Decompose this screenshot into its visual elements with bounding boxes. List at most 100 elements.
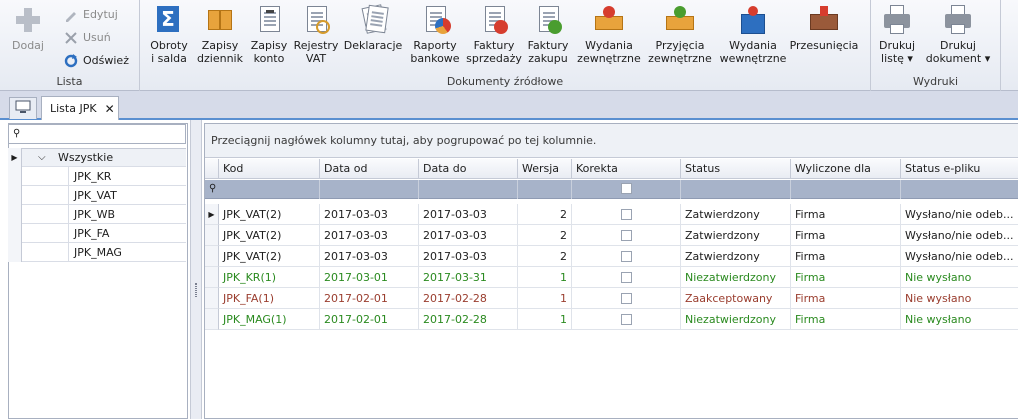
table-cell[interactable]: Firma [791,288,901,309]
przesuniecia-button[interactable]: Przesunięcia [790,4,858,72]
grid-filter-row[interactable]: ⚲ [205,180,1018,199]
table-cell[interactable]: Zatwierdzony [681,204,791,225]
korekta-checkbox[interactable] [620,208,632,220]
column-header[interactable]: Data od [320,159,419,179]
table-cell[interactable]: JPK_FA(1) [219,288,320,309]
wydania-wewnetrzne-button[interactable]: Wydania wewnętrzne [720,4,786,72]
tree-root-row[interactable]: ▶ ⌵ Wszystkie [8,148,186,167]
column-header[interactable]: Status e-pliku [901,159,1018,179]
table-cell[interactable]: Zatwierdzony [681,225,791,246]
table-cell[interactable]: Firma [791,204,901,225]
table-cell[interactable]: Niezatwierdzony [681,267,791,288]
filter-cell[interactable] [791,180,901,199]
print-list-button[interactable]: Drukuj listę ▾ [875,4,919,72]
table-cell[interactable]: Nie wysłano [901,288,1018,309]
table-cell[interactable]: 2 [518,225,572,246]
row-indicator[interactable] [205,288,219,309]
edit-button[interactable]: Edytuj [63,5,118,24]
table-cell[interactable]: 1 [518,288,572,309]
row-indicator[interactable] [205,225,219,246]
table-cell[interactable]: Nie wysłano [901,309,1018,330]
table-cell[interactable]: Zatwierdzony [681,246,791,267]
wydania-zewnetrzne-button[interactable]: Wydania zewnętrzne [577,4,641,72]
tree-item[interactable]: JPK_WB [8,204,186,224]
rejestry-vat-button[interactable]: Rejestry VAT [294,4,338,72]
table-cell[interactable]: 1 [518,267,572,288]
table-cell[interactable]: JPK_KR(1) [219,267,320,288]
table-cell[interactable]: Nie wysłano [901,267,1018,288]
tab-lista-jpk[interactable]: Lista JPK ✕ [41,96,119,120]
column-header[interactable]: Status [681,159,791,179]
table-cell[interactable]: 1 [518,309,572,330]
table-cell[interactable]: 2017-03-03 [419,204,518,225]
column-header[interactable]: Korekta [572,159,681,179]
przyjecia-zewnetrzne-button[interactable]: Przyjęcia zewnętrzne [647,4,713,72]
table-cell[interactable]: Firma [791,309,901,330]
column-header[interactable]: Data do [419,159,518,179]
table-cell[interactable]: Niezatwierdzony [681,309,791,330]
faktury-sprzedazy-button[interactable]: Faktury sprzedaży [466,4,522,72]
table-cell[interactable]: JPK_VAT(2) [219,225,320,246]
korekta-checkbox[interactable] [620,271,632,283]
table-cell[interactable]: 2 [518,246,572,267]
korekta-cell[interactable] [572,204,681,225]
chevron-down-icon[interactable]: ⌵ [38,152,46,163]
raporty-bankowe-button[interactable]: Raporty bankowe [410,4,460,72]
refresh-button[interactable]: Odśwież [63,51,129,70]
table-cell[interactable]: Wysłano/nie odeb... [901,246,1018,267]
table-cell[interactable]: Firma [791,225,901,246]
filter-cell[interactable] [681,180,791,199]
table-cell[interactable]: Firma [791,267,901,288]
korekta-cell[interactable] [572,225,681,246]
filter-cell[interactable] [320,180,419,199]
korekta-cell[interactable] [572,267,681,288]
table-cell[interactable]: JPK_VAT(2) [219,246,320,267]
table-cell[interactable]: JPK_VAT(2) [219,204,320,225]
table-cell[interactable]: Zaakceptowany [681,288,791,309]
tree-filter-input[interactable]: ⚲ [8,124,186,144]
tree-item[interactable]: JPK_VAT [8,185,186,205]
table-cell[interactable]: 2017-03-31 [419,267,518,288]
korekta-cell[interactable] [572,246,681,267]
filter-cell[interactable] [219,180,320,199]
table-cell[interactable]: 2017-03-03 [419,246,518,267]
column-header[interactable]: Kod [219,159,320,179]
table-cell[interactable]: Firma [791,246,901,267]
tree-item[interactable]: JPK_KR [8,166,186,186]
korekta-checkbox[interactable] [620,250,632,262]
column-header[interactable]: Wyliczone dla [791,159,901,179]
table-cell[interactable]: Wysłano/nie odeb... [901,204,1018,225]
korekta-checkbox[interactable] [620,292,632,304]
home-tab[interactable] [9,97,37,119]
panel-splitter[interactable] [190,120,202,419]
table-cell[interactable]: 2017-02-28 [419,288,518,309]
korekta-checkbox[interactable] [620,313,632,325]
filter-checkbox[interactable] [620,183,632,194]
table-cell[interactable]: JPK_MAG(1) [219,309,320,330]
tree-item[interactable]: JPK_FA [8,223,186,243]
filter-cell[interactable] [572,180,681,199]
zapisy-dziennik-button[interactable]: Zapisy dziennik [197,4,243,72]
deklaracje-button[interactable]: Deklaracje [344,4,402,72]
table-cell[interactable]: 2017-03-03 [320,225,419,246]
table-cell[interactable]: 2017-03-03 [320,204,419,225]
table-cell[interactable]: Wysłano/nie odeb... [901,225,1018,246]
korekta-cell[interactable] [572,288,681,309]
table-cell[interactable]: 2017-02-01 [320,288,419,309]
filter-cell[interactable] [901,180,1018,199]
table-cell[interactable]: 2017-02-01 [320,309,419,330]
print-document-button[interactable]: Drukuj dokument ▾ [925,4,991,72]
obroty-salda-button[interactable]: Σ Obroty i salda [148,4,190,72]
korekta-cell[interactable] [572,309,681,330]
table-cell[interactable]: 2017-03-03 [320,246,419,267]
delete-button[interactable]: Usuń [63,28,111,47]
korekta-checkbox[interactable] [620,229,632,241]
table-cell[interactable]: 2017-02-28 [419,309,518,330]
row-indicator[interactable] [205,309,219,330]
zapisy-konto-button[interactable]: Zapisy konto [250,4,288,72]
table-cell[interactable]: 2 [518,204,572,225]
add-button[interactable]: Dodaj [8,4,48,72]
column-header[interactable]: Wersja [518,159,572,179]
row-indicator[interactable] [205,267,219,288]
row-indicator[interactable] [205,246,219,267]
